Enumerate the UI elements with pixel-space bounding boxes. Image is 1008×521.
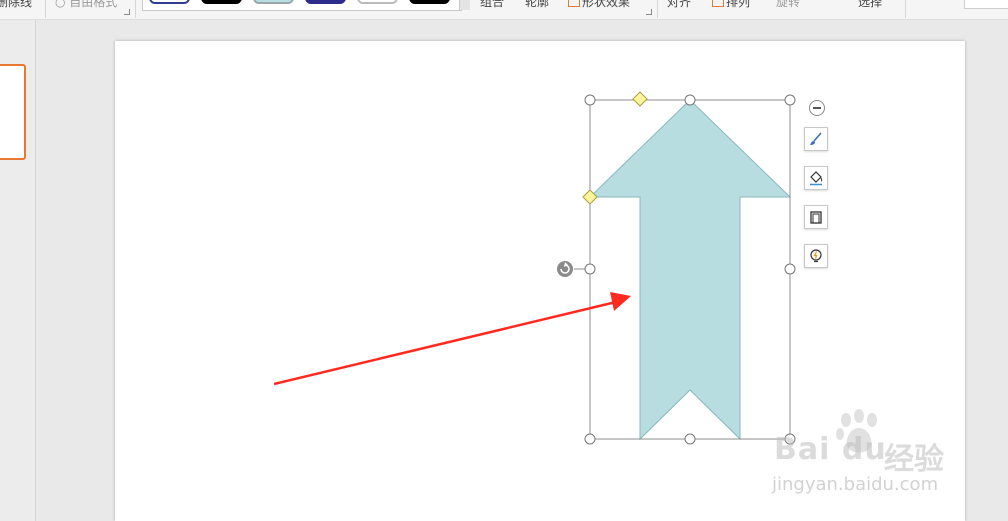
dialog-launcher-icon[interactable] bbox=[646, 9, 652, 15]
resize-handle-top[interactable] bbox=[684, 94, 696, 106]
ribbon-gray-clipped[interactable]: ○ 自由格式 bbox=[55, 0, 117, 10]
shape-style-tool[interactable] bbox=[804, 127, 828, 151]
shape-fill-tool[interactable] bbox=[804, 166, 828, 190]
lightbulb-icon bbox=[810, 249, 822, 263]
ribbon-separator bbox=[135, 0, 136, 18]
style-chip[interactable] bbox=[305, 0, 346, 4]
resize-handle-top-right[interactable] bbox=[784, 94, 796, 106]
watermark-url: jingyan.baidu.com bbox=[772, 474, 939, 495]
ribbon-input-box[interactable] bbox=[964, 0, 1008, 9]
collapse-tools-button[interactable] bbox=[809, 100, 825, 116]
shape-effects-icon[interactable] bbox=[568, 0, 580, 7]
resize-handle-right[interactable] bbox=[784, 263, 796, 275]
ribbon-item-a[interactable]: 组合 bbox=[480, 0, 504, 10]
shape-style-gallery[interactable] bbox=[142, 0, 462, 11]
ribbon-item-c[interactable]: 形状效果 bbox=[582, 0, 630, 10]
style-chip-selected[interactable] bbox=[253, 0, 294, 4]
ribbon-separator bbox=[45, 0, 46, 18]
resize-handle-top-left[interactable] bbox=[584, 94, 596, 106]
rotate-handle-icon[interactable] bbox=[557, 261, 573, 277]
style-chip[interactable] bbox=[201, 0, 242, 4]
gallery-scroll-button[interactable] bbox=[459, 0, 470, 10]
ribbon-left-clipped[interactable]: 删除线 bbox=[0, 0, 32, 10]
slide-thumbnail-pane bbox=[0, 20, 36, 521]
paint-bucket-icon bbox=[810, 171, 823, 186]
ribbon-item-e[interactable]: 排列 bbox=[726, 0, 750, 10]
outline-icon bbox=[810, 211, 822, 224]
ribbon-item-d[interactable]: 对齐 bbox=[667, 0, 691, 10]
style-chip[interactable] bbox=[409, 0, 450, 4]
style-chip[interactable] bbox=[357, 0, 398, 4]
ribbon-separator bbox=[905, 0, 906, 18]
style-chip[interactable] bbox=[149, 0, 190, 4]
resize-handle-bottom[interactable] bbox=[684, 433, 696, 445]
ribbon-item-g[interactable]: 旋转 bbox=[776, 0, 800, 10]
dialog-launcher-icon[interactable] bbox=[124, 9, 130, 15]
shape-outline-tool[interactable] bbox=[804, 205, 828, 229]
ribbon-item-f[interactable]: 选择 bbox=[858, 0, 882, 10]
ribbon-item-b[interactable]: 轮廓 bbox=[525, 0, 549, 10]
watermark-brand: Bai du bbox=[774, 432, 887, 467]
ribbon-toolbar: 删除线 ○ 自由格式 组合 轮廓 形状效果 对齐 排列 旋转 选择 bbox=[0, 0, 1008, 20]
resize-handle-left[interactable] bbox=[584, 263, 596, 275]
ribbon-separator bbox=[657, 0, 658, 18]
slide-thumbnail-selected[interactable] bbox=[0, 64, 26, 160]
shape-effect-tool[interactable] bbox=[804, 244, 828, 268]
brush-icon bbox=[810, 132, 822, 145]
watermark-jingyan: 经验 bbox=[884, 442, 944, 477]
resize-handle-bottom-left[interactable] bbox=[584, 433, 596, 445]
arrange-icon[interactable] bbox=[712, 0, 724, 7]
